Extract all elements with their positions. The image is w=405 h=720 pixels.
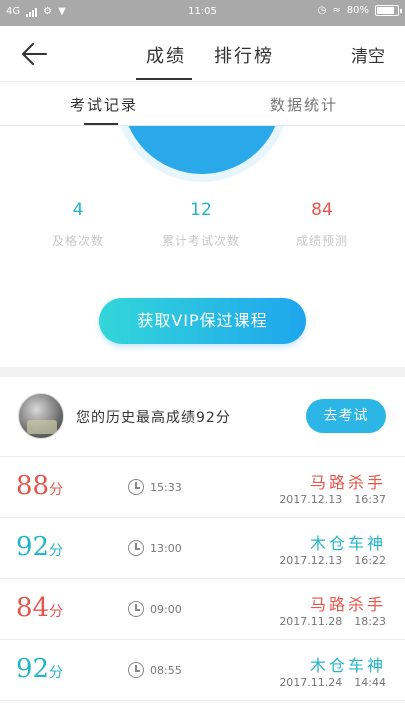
record-score: 88分 [16,471,64,501]
status-bar: 4G ⚙ ▼ 11:05 ◷ ≈ 80% [0,0,405,26]
stat-passed-label: 及格次数 [51,234,104,248]
tab-ranking[interactable]: 排行榜 [214,42,274,68]
record-duration: 13:00 [150,542,182,555]
best-score-row: 您的历史最高成绩92分 去考试 [0,377,405,457]
section-divider [0,367,405,377]
clock-icon [128,540,144,556]
best-score-text: 您的历史最高成绩92分 [76,410,231,426]
record-duration: 15:33 [150,481,182,494]
record-score: 92分 [16,532,64,562]
score-gauge [110,126,294,184]
wifi-icon: ≈ [332,5,341,16]
list-item[interactable]: 92分 08:55 木仓车神 2017.11.24 14:44 [0,640,405,701]
stat-prediction-label: 成绩预测 [295,234,348,248]
tab-scores[interactable]: 成绩 [146,42,186,68]
alarm-icon: ◷ [317,5,327,16]
stat-prediction: 84 成绩预测 [262,200,382,249]
list-item[interactable]: 84分 09:00 马路杀手 2017.11.28 18:23 [0,579,405,640]
clear-button[interactable]: 清空 [351,42,385,67]
stat-passed: 4 及格次数 [18,200,138,249]
vip-course-button[interactable]: 获取VIP保过课程 [99,298,306,344]
tab-indicator [136,78,192,80]
stat-passed-value: 4 [72,200,84,220]
tab-exam-records[interactable]: 考试记录 [70,94,138,115]
record-date: 2017.11.28 18:23 [279,615,386,628]
go-exam-button[interactable]: 去考试 [306,399,386,433]
stat-total-label: 累计考试次数 [161,234,240,248]
record-title: 木仓车神 [309,656,386,675]
record-duration: 08:55 [150,664,182,677]
record-date: 2017.12.13 16:37 [279,493,386,506]
stat-total-value: 12 [190,200,212,220]
sub-tabs: 考试记录 数据统计 [0,82,405,126]
clock-icon [128,601,144,617]
clock-icon [128,662,144,678]
app-header: 成绩 排行榜 清空 [0,26,405,82]
battery-percent: 80% [346,5,369,16]
record-title: 木仓车神 [309,534,386,553]
record-title: 马路杀手 [309,473,386,492]
stat-prediction-value: 84 [311,200,333,220]
tab-data-statistics[interactable]: 数据统计 [270,94,338,115]
avatar[interactable] [18,393,64,439]
back-arrow-icon[interactable] [20,40,50,68]
record-score: 92分 [16,654,64,684]
exam-record-list: 88分 15:33 马路杀手 2017.12.13 16:37 92分 13:00… [0,457,405,701]
stat-total: 12 累计考试次数 [141,200,261,249]
sub-tab-indicator [84,123,118,125]
list-item[interactable]: 88分 15:33 马路杀手 2017.12.13 16:37 [0,457,405,518]
record-duration: 09:00 [150,603,182,616]
record-score: 84分 [16,593,64,623]
clock-icon [128,479,144,495]
battery-icon [375,5,402,16]
record-date: 2017.11.24 14:44 [279,676,386,689]
record-date: 2017.12.13 16:22 [279,554,386,567]
list-item[interactable]: 92分 13:00 木仓车神 2017.12.13 16:22 [0,518,405,579]
record-title: 马路杀手 [309,595,386,614]
